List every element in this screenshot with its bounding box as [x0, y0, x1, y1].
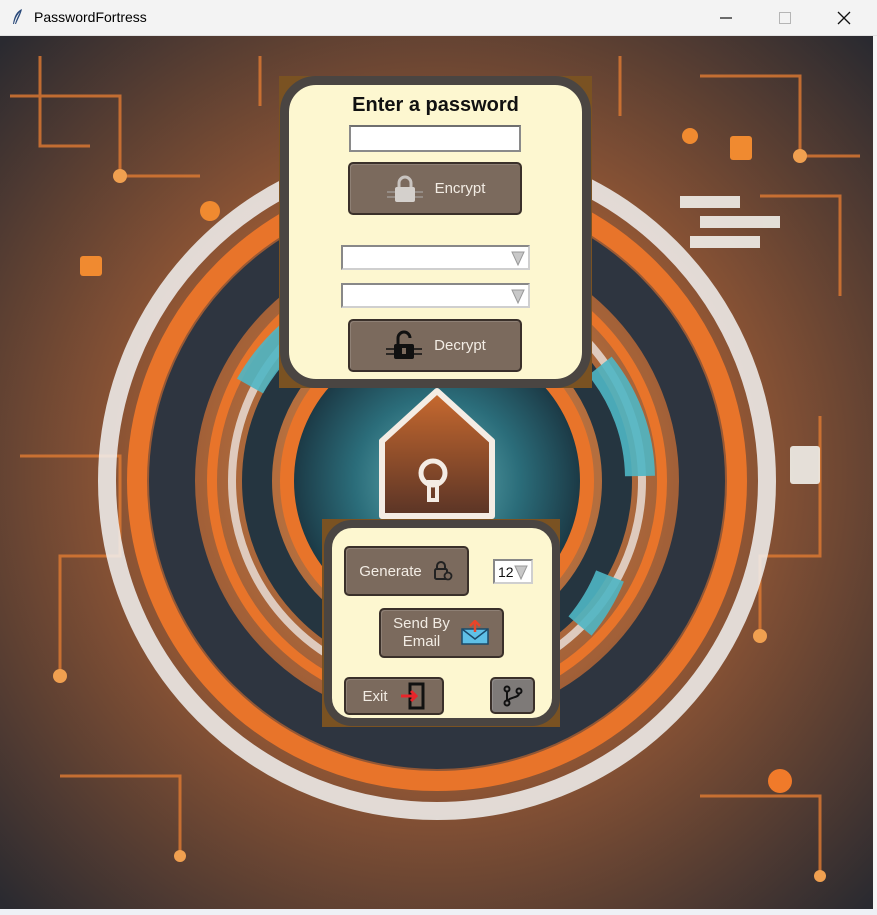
send-email-button[interactable]: Send By Email [379, 608, 504, 658]
send-email-label-line1: Send By [393, 615, 450, 632]
decrypt-select-2[interactable] [341, 283, 530, 308]
length-select[interactable]: 12 [493, 559, 533, 584]
window-edge [873, 36, 877, 915]
close-button[interactable] [815, 0, 873, 36]
feather-icon [13, 9, 22, 24]
padlock-open-icon [386, 330, 423, 359]
close-icon [837, 11, 851, 25]
window-title: PasswordFortress [34, 9, 147, 25]
maximize-icon [779, 12, 791, 24]
length-value: 12 [498, 564, 514, 580]
chevron-down-icon [514, 565, 528, 580]
password-input[interactable] [349, 125, 521, 152]
exit-button[interactable]: Exit [344, 677, 444, 715]
generate-label: Generate [359, 562, 422, 580]
encrypt-label: Encrypt [434, 180, 486, 197]
encrypt-button[interactable]: Encrypt [348, 162, 522, 215]
minimize-icon [720, 17, 732, 19]
minimize-button[interactable] [697, 0, 755, 36]
password-heading: Enter a password [352, 94, 519, 116]
send-email-label-line2: Email [402, 633, 441, 650]
send-email-label: Send By Email [393, 615, 450, 651]
window-edge-bottom [0, 909, 877, 915]
git-button[interactable] [490, 677, 535, 714]
decrypt-label: Decrypt [434, 337, 486, 354]
padlock-closed-icon [386, 175, 423, 202]
chevron-down-icon [511, 251, 525, 266]
chevron-down-icon [511, 289, 525, 304]
title-bar: PasswordFortress [0, 0, 877, 36]
lock-gear-icon [433, 561, 453, 581]
git-branch-icon [503, 685, 522, 706]
exit-label: Exit [362, 687, 388, 705]
maximize-button[interactable] [756, 0, 814, 36]
decrypt-select-1[interactable] [341, 245, 530, 270]
envelope-upload-icon [461, 620, 489, 645]
decrypt-button[interactable]: Decrypt [348, 319, 522, 372]
exit-door-icon [400, 682, 424, 710]
generate-button[interactable]: Generate [344, 546, 469, 596]
